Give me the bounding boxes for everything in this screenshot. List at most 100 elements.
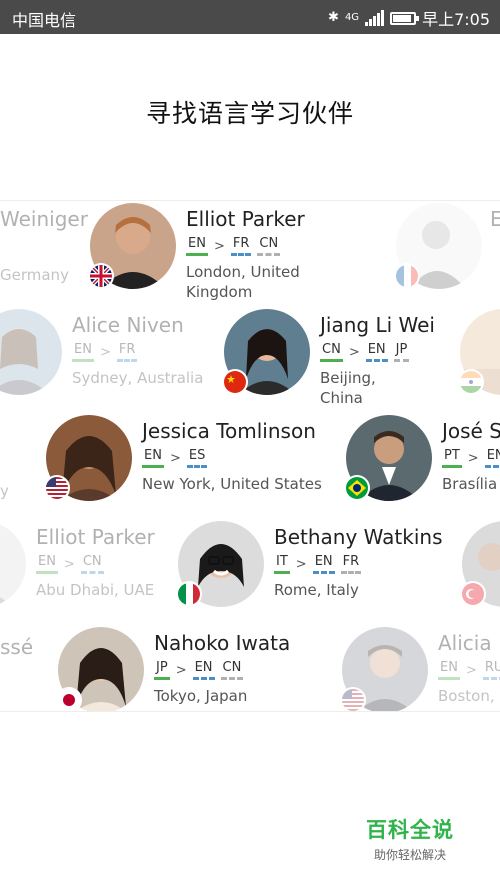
learning-language: EN	[484, 448, 500, 468]
chevron-right-icon: >	[467, 450, 479, 466]
brazil-flag-icon	[344, 475, 370, 501]
partner-name: Jessica Tomlinson	[142, 419, 316, 443]
partner-card-partial[interactable]	[458, 309, 500, 409]
avatar	[0, 309, 62, 395]
watermark-subtitle: 助你轻松解决	[373, 848, 446, 862]
native-language: IT	[274, 554, 290, 574]
partner-name: Bethany Watkins	[274, 525, 443, 549]
turkey-flag-icon	[460, 581, 486, 607]
japan-flag-icon	[56, 687, 82, 711]
partner-name: Jiang Li Wei	[320, 313, 435, 337]
india-flag-icon	[458, 369, 484, 395]
clock: 早上7:05	[422, 10, 490, 29]
language-pair: EN > FR	[72, 342, 212, 362]
chevron-right-icon: >	[99, 344, 111, 360]
partner-location: London, United Kingdom	[186, 263, 300, 301]
partner-card-alicia[interactable]: Alicia EN > RU Boston,	[340, 627, 500, 711]
partner-name: Alice Niven	[72, 313, 184, 337]
partner-card-jessica-tomlinson[interactable]: Jessica Tomlinson EN > ES New York, Unit…	[44, 415, 336, 515]
learning-language: FR	[230, 236, 252, 256]
native-language: CN	[320, 342, 343, 362]
partner-card-partial[interactable]	[460, 521, 500, 621]
partner-card-elliot-parker[interactable]: Elliot Parker EN > FR CN London, United …	[88, 203, 330, 303]
chevron-right-icon: >	[295, 556, 307, 572]
chevron-right-icon: >	[348, 344, 360, 360]
partner-name-fragment: E	[490, 207, 500, 231]
partner-card-partial[interactable]: E	[394, 203, 500, 303]
status-bar: 中国电信 ✱ 4G 早上7:05	[0, 0, 500, 34]
partner-card-partial[interactable]: ssé	[0, 629, 50, 711]
language-pair: PT > EN	[442, 448, 500, 468]
partner-card-jose[interactable]: José S PT > EN Brasília	[344, 415, 500, 515]
native-language: EN	[142, 448, 164, 468]
chevron-right-icon: >	[63, 556, 75, 572]
partner-name: Elliot Parker	[186, 207, 305, 231]
language-pair: EN > RU	[438, 660, 500, 680]
page-title: 寻找语言学习伙伴	[145, 99, 354, 128]
network-type-label: 4G	[344, 12, 360, 23]
partner-name: Nahoko Iwata	[154, 631, 291, 655]
partner-location-fragment: y	[0, 482, 9, 500]
native-language: PT	[442, 448, 462, 468]
usa-flag-icon	[44, 475, 70, 501]
france-flag-icon	[394, 263, 420, 289]
partner-name: Elliot Parker	[36, 525, 155, 549]
avatar	[0, 521, 26, 607]
language-pair: EN > ES	[142, 448, 342, 468]
learning-language: CN	[220, 660, 244, 680]
partner-card-jiang-li-wei[interactable]: Jiang Li Wei CN > EN JP Beijing, China	[222, 309, 464, 409]
chevron-right-icon: >	[175, 662, 187, 678]
learning-language: ES	[186, 448, 208, 468]
learning-language: CN	[257, 236, 281, 256]
carrier-name: 中国电信	[12, 11, 77, 30]
partner-name: José S	[442, 419, 500, 443]
partner-location: New York, United States	[142, 475, 322, 493]
watermark-logo: 百科全说 助你轻松解决	[366, 814, 454, 863]
partner-card[interactable]: Weiniger Germany	[0, 205, 88, 305]
partner-location: Brasília	[442, 475, 498, 493]
learning-language: FR	[340, 554, 362, 574]
partner-location: Tokyo, Japan	[154, 687, 248, 705]
language-pair: EN > CN	[36, 554, 176, 574]
language-pair: JP > EN CN	[154, 660, 290, 680]
partner-name-fragment: ssé	[0, 635, 34, 659]
italy-flag-icon	[176, 581, 202, 607]
watermark-title: 百科全说	[366, 818, 454, 842]
partner-card-nahoko-iwata[interactable]: Nahoko Iwata JP > EN CN Tokyo, Japan	[56, 627, 308, 711]
native-language: EN	[72, 342, 94, 362]
language-pair: EN > FR CN	[186, 236, 326, 256]
native-language: JP	[154, 660, 170, 680]
china-flag-icon	[222, 369, 248, 395]
chevron-right-icon: >	[169, 450, 181, 466]
uk-flag-icon	[88, 263, 114, 289]
language-pair: IT > EN FR	[274, 554, 443, 574]
learning-language: EN	[365, 342, 388, 362]
learning-language: CN	[80, 554, 104, 574]
native-language: EN	[36, 554, 58, 574]
signal-strength-icon	[365, 10, 385, 26]
native-language: EN	[186, 236, 208, 256]
native-language: EN	[438, 660, 460, 680]
language-pair: CN > EN JP	[320, 342, 435, 362]
partner-location: Boston,	[438, 687, 495, 705]
partner-card-alice-niven[interactable]: Alice Niven EN > FR Sydney, Australia	[0, 309, 206, 409]
learning-language: RU	[482, 660, 500, 680]
status-icons: ✱ 4G 早上7:05	[328, 6, 490, 30]
partner-card-elliot-parker[interactable]: Elliot Parker EN > CN Abu Dhabi, UAE	[0, 521, 170, 621]
learning-language: EN	[312, 554, 335, 574]
battery-icon	[390, 11, 420, 25]
partner-name: Alicia	[438, 631, 492, 655]
partner-location: Beijing, China	[320, 369, 376, 407]
partner-location: Sydney, Australia	[72, 369, 204, 387]
partner-location: Rome, Italy	[274, 581, 359, 599]
partner-location: Abu Dhabi, UAE	[36, 581, 155, 599]
learning-language: EN	[192, 660, 215, 680]
chevron-right-icon: >	[465, 662, 477, 678]
usa-flag-icon	[340, 687, 366, 711]
bluetooth-icon: ✱	[328, 10, 339, 25]
partner-feed[interactable]: Weiniger Germany Elliot Parker EN > FR C…	[0, 200, 500, 712]
chevron-right-icon: >	[213, 238, 225, 254]
learning-language: JP	[393, 342, 410, 362]
learning-language: FR	[116, 342, 138, 362]
partner-card-bethany-watkins[interactable]: Bethany Watkins IT > EN FR Rome, Italy	[176, 521, 468, 621]
